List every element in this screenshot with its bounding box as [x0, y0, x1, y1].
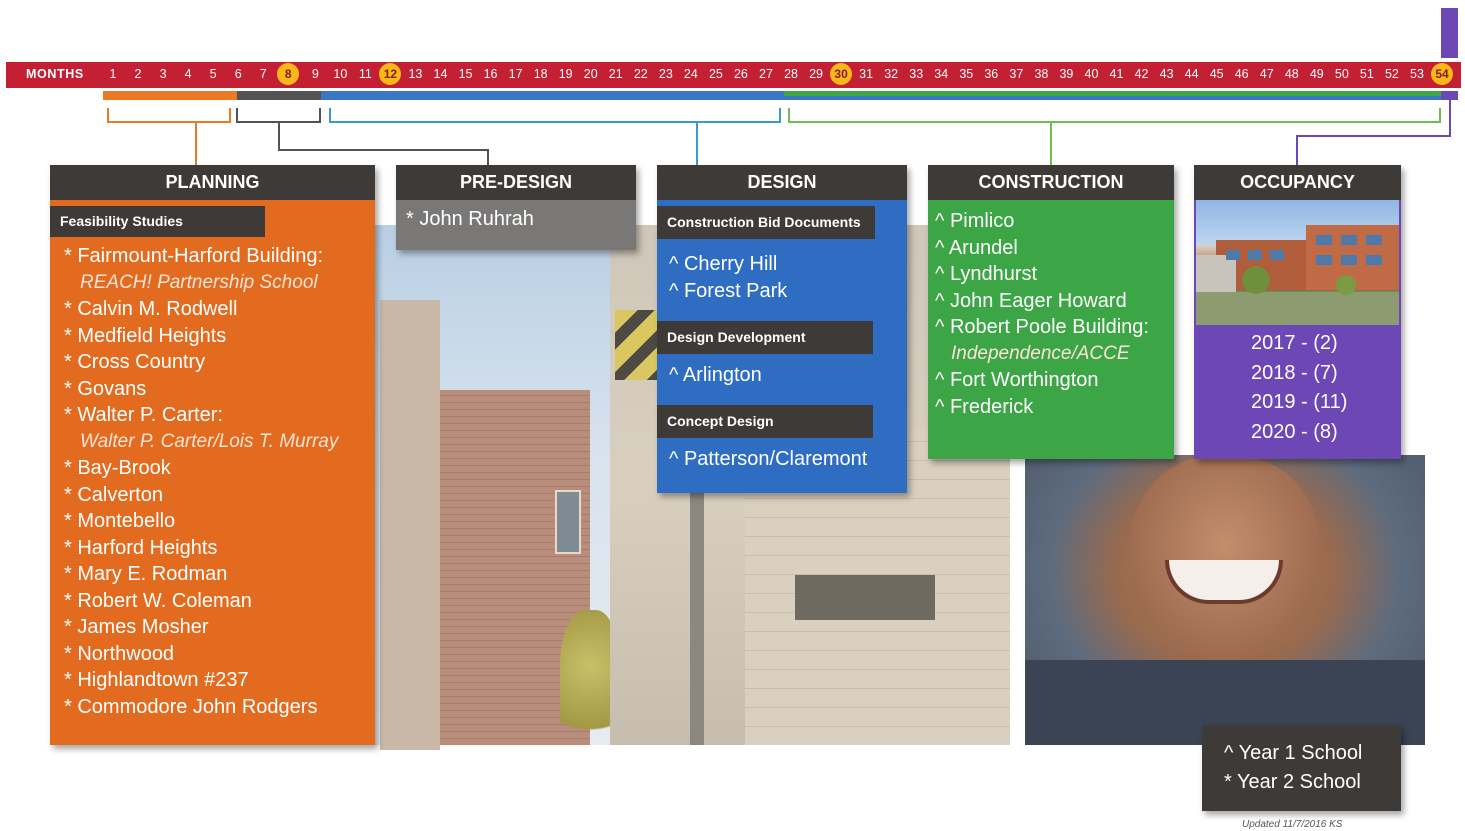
occupancy-year-count: 2020 - (8)	[1251, 420, 1338, 443]
planning-school-item: * Calvin M. Rodwell	[64, 298, 238, 320]
planning-school-item: * Mary E. Rodman	[64, 563, 228, 585]
occupancy-title: OCCUPANCY	[1194, 165, 1401, 200]
predesign-bracket	[236, 108, 489, 165]
planning-school-item: * Robert W. Coleman	[64, 589, 252, 612]
construction-school-item: Independence/ACCE	[951, 342, 1130, 364]
connector-lines	[107, 100, 1451, 165]
new-school-rendering	[1196, 200, 1399, 325]
predesign-panel: PRE-DESIGN * John Ruhrah	[396, 165, 636, 250]
construction-school-list: ^ Pimlico ^ Arundel ^ Lyndhurst ^ John Eage…	[928, 200, 1174, 420]
design-item: ^ Cherry Hill	[669, 253, 778, 275]
occupancy-year-count: 2017 - (2)	[1251, 332, 1338, 354]
planning-school-item: * Bay-Brook	[64, 457, 171, 479]
construction-bid-documents-heading: Construction Bid Documents	[657, 206, 875, 239]
design-item: ^ Patterson/Claremont	[669, 447, 868, 470]
predesign-title: PRE-DESIGN	[396, 165, 636, 200]
student-face	[1130, 455, 1320, 655]
predesign-item: * John Ruhrah	[406, 208, 534, 230]
rebar-column	[690, 470, 704, 745]
planning-school-item: * Harford Heights	[64, 536, 218, 559]
planning-school-list: * Fairmount-Harford Building: REACH! Part…	[50, 243, 375, 720]
school-rendering-image	[1196, 225, 1399, 325]
updated-note: Updated 11/7/2016 KS	[1242, 819, 1343, 830]
occupancy-year-count: 2018 - (7)	[1251, 361, 1338, 384]
construction-school-item: ^ Fort Worthington	[935, 369, 1099, 391]
construction-school-item: ^ Pimlico	[935, 210, 1015, 232]
construction-school-item: ^ Robert Poole Building:	[935, 316, 1149, 338]
construction-school-item: ^ Arundel	[935, 236, 1018, 259]
design-title: DESIGN	[657, 165, 907, 200]
planning-school-item: * Northwood	[64, 642, 175, 665]
planning-panel: PLANNING Feasibility Studies * Fairmount…	[50, 165, 375, 745]
legend-year-1: ^ Year 1 School	[1224, 742, 1363, 764]
planning-school-item: * Fairmount-Harford Building:	[64, 245, 323, 267]
planning-school-item: REACH! Partnership School	[80, 271, 318, 293]
planning-school-item: * James Mosher	[64, 616, 209, 638]
design-item: ^ Arlington	[669, 364, 762, 386]
design-panel: DESIGN Construction Bid Documents ^ Cher…	[657, 165, 907, 493]
planning-school-item: * Highlandtown #237	[64, 669, 249, 691]
construction-school-item: ^ Lyndhurst	[935, 263, 1038, 285]
planning-school-item: * Govans	[64, 377, 147, 400]
design-development-heading: Design Development	[657, 321, 873, 354]
planning-bracket	[107, 108, 231, 165]
school-building-wall	[380, 300, 440, 750]
occupancy-bracket	[1296, 100, 1451, 165]
construction-panel: CONSTRUCTION ^ Pimlico ^ Arundel ^ Lyndhur…	[928, 165, 1174, 459]
planning-school-item: * Walter P. Carter:	[64, 404, 223, 426]
planning-school-item: * Calverton	[64, 483, 163, 506]
construction-school-item: ^ John Eager Howard	[935, 289, 1127, 312]
planning-school-item: * Montebello	[64, 510, 176, 532]
legend-box: ^ Year 1 School * Year 2 School	[1202, 725, 1401, 811]
planning-school-item: Walter P. Carter/Lois T. Murray	[80, 430, 339, 452]
concept-design-heading: Concept Design	[657, 404, 873, 438]
design-bracket	[329, 108, 781, 165]
planning-school-item: * Commodore John Rodgers	[64, 695, 318, 718]
construction-title: CONSTRUCTION	[928, 165, 1174, 200]
planning-title: PLANNING	[50, 165, 375, 200]
wall-opening	[795, 575, 935, 620]
building-window	[555, 490, 581, 554]
occupancy-years: 2017 - (2) 2018 - (7) 2019 - (11) 2020 - (8…	[1194, 325, 1401, 447]
occupancy-year-count: 2019 - (11)	[1251, 391, 1348, 413]
occupancy-year-list: 2017 - (2) 2018 - (7) 2019 - (11) 2020 - (8…	[1194, 325, 1401, 447]
planning-school-item: * Cross Country	[64, 351, 206, 373]
design-item: ^ Forest Park	[669, 279, 788, 302]
construction-school-item: ^ Frederick	[935, 395, 1034, 418]
planning-school-item: * Medfield Heights	[64, 324, 227, 347]
feasibility-studies-heading: Feasibility Studies	[50, 206, 265, 237]
legend-year-2: * Year 2 School	[1224, 771, 1361, 793]
